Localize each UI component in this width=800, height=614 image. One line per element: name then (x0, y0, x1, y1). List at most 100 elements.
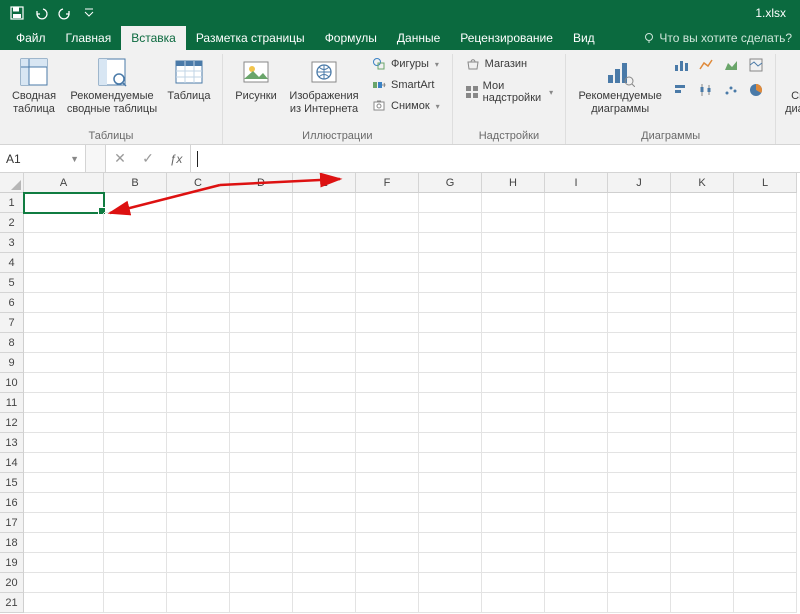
cell[interactable] (608, 213, 671, 233)
pivot-table-button[interactable]: Сводная таблица (8, 54, 60, 115)
cell[interactable] (419, 453, 482, 473)
smartart-button[interactable]: SmartArt (367, 75, 444, 95)
column-header[interactable]: G (419, 173, 482, 193)
cell[interactable] (24, 273, 104, 293)
cell[interactable] (482, 553, 545, 573)
cell[interactable] (419, 273, 482, 293)
cell[interactable] (482, 233, 545, 253)
cell[interactable] (167, 553, 230, 573)
cell[interactable] (545, 273, 608, 293)
cell[interactable] (104, 193, 167, 213)
cell[interactable] (734, 593, 797, 613)
column-header[interactable]: H (482, 173, 545, 193)
row-header[interactable]: 3 (0, 233, 24, 253)
cell[interactable] (608, 313, 671, 333)
cell[interactable] (482, 273, 545, 293)
recommended-charts-button[interactable]: Рекомендуемые диаграммы (574, 54, 666, 115)
cell[interactable] (608, 593, 671, 613)
pie-chart-button[interactable] (745, 79, 767, 101)
cell[interactable] (734, 213, 797, 233)
cell[interactable] (167, 573, 230, 593)
recommended-pivot-button[interactable]: Рекомендуемые сводные таблицы (64, 54, 160, 115)
cell[interactable] (356, 313, 419, 333)
cell[interactable] (671, 253, 734, 273)
cell[interactable] (734, 433, 797, 453)
cell[interactable] (545, 193, 608, 213)
column-header[interactable]: A (24, 173, 104, 193)
cancel-formula-button[interactable]: ✕ (106, 145, 134, 172)
cell[interactable] (24, 413, 104, 433)
cell[interactable] (734, 573, 797, 593)
row-header[interactable]: 10 (0, 373, 24, 393)
cell[interactable] (104, 593, 167, 613)
cell[interactable] (734, 313, 797, 333)
cell[interactable] (545, 293, 608, 313)
cell[interactable] (24, 253, 104, 273)
cell[interactable] (293, 413, 356, 433)
cell[interactable] (482, 213, 545, 233)
spreadsheet-grid[interactable]: ABCDEFGHIJKL 123456789101112131415161718… (0, 173, 800, 614)
cell[interactable] (24, 373, 104, 393)
cell[interactable] (734, 273, 797, 293)
cell[interactable] (230, 193, 293, 213)
cell[interactable] (293, 473, 356, 493)
cell[interactable] (104, 433, 167, 453)
cell[interactable] (24, 453, 104, 473)
row-header[interactable]: 2 (0, 213, 24, 233)
cell[interactable] (545, 413, 608, 433)
cell[interactable] (671, 453, 734, 473)
cell[interactable] (356, 193, 419, 213)
cell[interactable] (167, 273, 230, 293)
cell[interactable] (167, 233, 230, 253)
cell[interactable] (167, 493, 230, 513)
cell[interactable] (419, 253, 482, 273)
column-header[interactable]: E (293, 173, 356, 193)
cell[interactable] (104, 393, 167, 413)
cell[interactable] (24, 533, 104, 553)
cell[interactable] (419, 373, 482, 393)
row-header[interactable]: 4 (0, 253, 24, 273)
cell[interactable] (545, 533, 608, 553)
cell[interactable] (545, 453, 608, 473)
cell[interactable] (608, 233, 671, 253)
cell[interactable] (24, 493, 104, 513)
tab-view[interactable]: Вид (563, 26, 605, 50)
cell[interactable] (230, 213, 293, 233)
cell[interactable] (545, 353, 608, 373)
cell[interactable] (293, 333, 356, 353)
cell[interactable] (356, 573, 419, 593)
cell[interactable] (293, 513, 356, 533)
cell[interactable] (24, 593, 104, 613)
cell[interactable] (104, 273, 167, 293)
cell[interactable] (230, 273, 293, 293)
cell[interactable] (293, 533, 356, 553)
cell[interactable] (545, 553, 608, 573)
cell[interactable] (230, 313, 293, 333)
cell[interactable] (545, 233, 608, 253)
row-header[interactable]: 17 (0, 513, 24, 533)
cell[interactable] (356, 533, 419, 553)
column-header[interactable]: F (356, 173, 419, 193)
cell[interactable] (734, 513, 797, 533)
row-header[interactable]: 21 (0, 593, 24, 613)
cell[interactable] (293, 273, 356, 293)
cell[interactable] (230, 393, 293, 413)
cell[interactable] (104, 253, 167, 273)
cell[interactable] (356, 353, 419, 373)
cell[interactable] (545, 433, 608, 453)
cell[interactable] (671, 513, 734, 533)
cell[interactable] (734, 493, 797, 513)
cell[interactable] (230, 373, 293, 393)
cell[interactable] (167, 453, 230, 473)
cell[interactable] (104, 573, 167, 593)
cell[interactable] (293, 433, 356, 453)
cell[interactable] (356, 453, 419, 473)
cell[interactable] (230, 353, 293, 373)
cell[interactable] (293, 393, 356, 413)
cell[interactable] (671, 373, 734, 393)
cell[interactable] (104, 213, 167, 233)
cell[interactable] (24, 573, 104, 593)
row-header[interactable]: 18 (0, 533, 24, 553)
cell[interactable] (230, 573, 293, 593)
cell[interactable] (671, 193, 734, 213)
